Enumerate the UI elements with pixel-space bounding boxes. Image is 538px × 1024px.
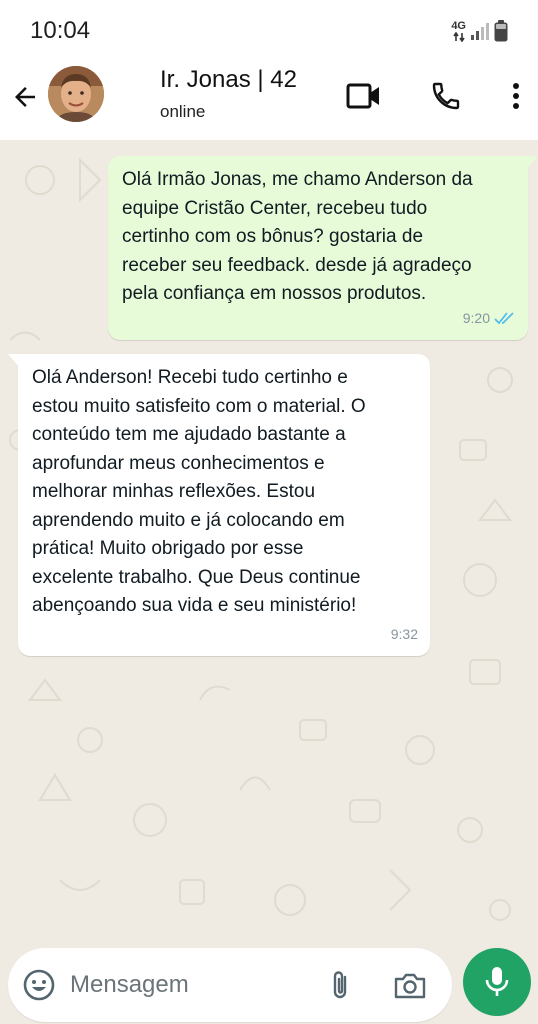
message-time: 9:32 — [390, 625, 418, 642]
emoji-icon — [23, 969, 55, 1001]
bubble-tail — [526, 156, 538, 170]
message-line: prática! Muito obrigado por esse — [32, 538, 304, 559]
message-line: Olá Anderson! Recebi tudo certinho e — [32, 367, 348, 388]
camera-icon — [394, 973, 426, 999]
signal-icon — [471, 23, 489, 40]
contact-status: online — [160, 102, 206, 121]
more-vert-icon — [513, 83, 519, 109]
message-meta: 9:20 — [463, 304, 516, 333]
battery-icon — [494, 20, 508, 42]
voice-message-button[interactable] — [463, 948, 531, 1016]
message-composer — [8, 948, 452, 1022]
message-incoming[interactable]: Olá Anderson! Recebi tudo certinho e est… — [8, 354, 430, 656]
emoji-button[interactable] — [22, 968, 56, 1002]
message-line: melhorar minhas reflexões. Estou — [32, 481, 316, 502]
message-time: 9:20 — [462, 309, 490, 326]
double-check-blue-icon — [494, 312, 514, 325]
message-line: aprendendo muito e já colocando em — [32, 509, 345, 531]
attach-button[interactable] — [324, 968, 358, 1002]
message-line: Olá Irmão Jonas, me chamo Anderson da — [122, 169, 473, 190]
message-meta: 9:32 — [391, 620, 418, 649]
paperclip-icon — [333, 971, 347, 999]
camera-button[interactable] — [392, 968, 428, 1004]
message-line: abençoando sua vida e seu ministério! — [32, 595, 357, 616]
network-indicator: 4G — [451, 19, 466, 42]
bubble-tail — [8, 354, 20, 368]
message-line: conteúdo tem me ajudado bastante a — [32, 424, 346, 445]
voice-call-button[interactable] — [428, 78, 464, 114]
more-options-button[interactable] — [498, 78, 534, 114]
message-line: aprofundar meus conhecimentos e — [32, 452, 325, 474]
network-label: 4G — [451, 19, 466, 32]
phone-icon — [432, 82, 460, 110]
video-call-button[interactable] — [346, 78, 382, 114]
contact-name: Ir. Jonas | 42 — [160, 66, 297, 93]
chat-header: Ir. Jonas | 42 online — [0, 62, 538, 140]
back-arrow-icon — [15, 87, 35, 107]
data-arrows-icon — [452, 31, 465, 42]
message-line: certinho com os bônus? gostaria de — [122, 226, 424, 247]
video-call-icon — [346, 83, 379, 109]
status-icons: 4G — [451, 20, 508, 42]
message-text: Olá Irmão Jonas, me chamo Anderson da eq… — [122, 166, 514, 309]
message-line: estou muito satisfeito com o material. O — [32, 395, 366, 417]
message-text: Olá Anderson! Recebi tudo certinho e est… — [32, 364, 416, 621]
back-button[interactable] — [8, 80, 42, 114]
message-line: equipe Cristão Center, recebeu tudo — [122, 197, 428, 219]
contact-avatar[interactable] — [48, 66, 104, 122]
message-input[interactable] — [70, 968, 270, 1002]
message-line: pela confiança em nossos produtos. — [122, 283, 427, 304]
message-outgoing[interactable]: Olá Irmão Jonas, me chamo Anderson da eq… — [108, 156, 538, 340]
avatar-image — [48, 66, 104, 122]
chat-area[interactable]: Olá Irmão Jonas, me chamo Anderson da eq… — [0, 140, 538, 940]
message-line: receber seu feedback. desde já agradeço — [122, 254, 472, 276]
status-bar: 10:04 4G — [0, 0, 538, 62]
status-time: 10:04 — [30, 17, 91, 44]
contact-info[interactable]: Ir. Jonas | 42 online — [160, 66, 297, 122]
message-line: excelente trabalho. Que Deus continue — [32, 566, 361, 588]
microphone-icon — [485, 967, 509, 996]
